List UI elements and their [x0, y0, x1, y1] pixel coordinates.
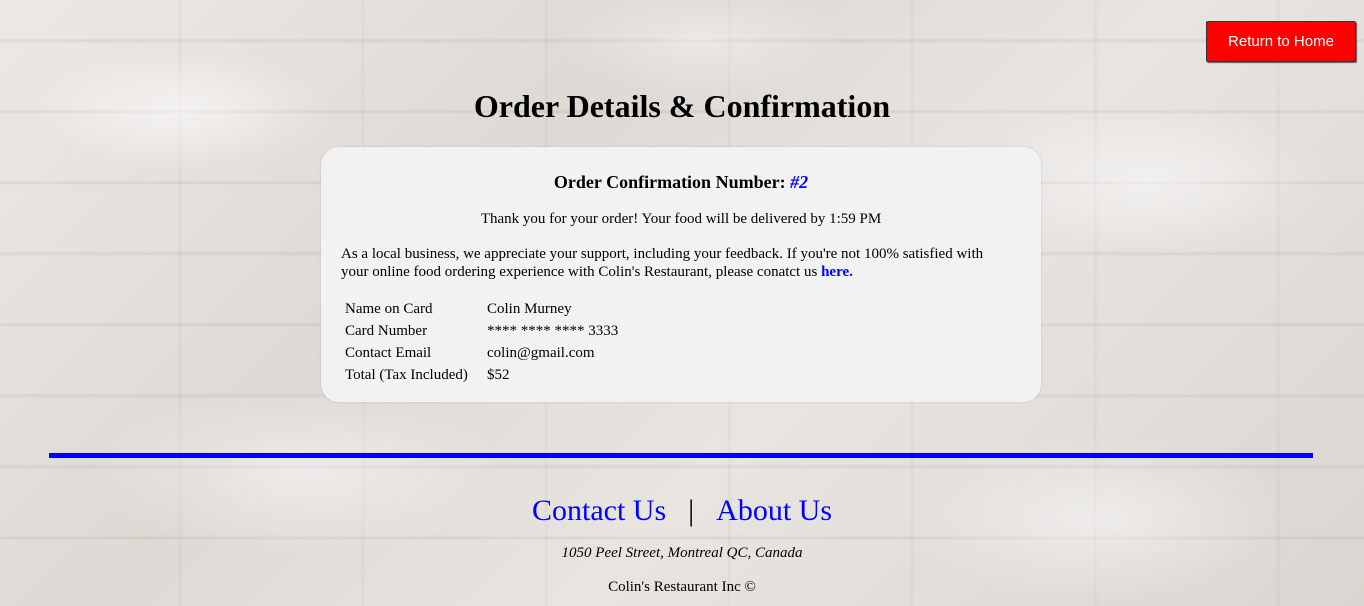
footer-nav: Contact Us | About Us: [0, 491, 1364, 531]
confirmation-heading: Order Confirmation Number: #2: [321, 171, 1041, 193]
table-row: Contact Email colin@gmail.com: [344, 343, 619, 363]
about-us-link[interactable]: About Us: [716, 494, 832, 527]
detail-value: $52: [487, 367, 510, 383]
detail-value: **** **** **** 3333: [487, 323, 619, 339]
return-home-button[interactable]: Return to Home: [1206, 21, 1356, 62]
footer-separator: |: [688, 494, 695, 527]
footer-address: 1050 Peel Street, Montreal QC, Canada: [561, 545, 803, 561]
feedback-text: As a local business, we appreciate your …: [341, 246, 984, 280]
thank-you-message: Thank you for your order! Your food will…: [480, 211, 882, 227]
footer-divider: [49, 453, 1313, 458]
table-row: Card Number **** **** **** 3333: [344, 321, 619, 341]
table-row: Name on Card Colin Murney: [344, 299, 619, 319]
detail-value: colin@gmail.com: [487, 345, 595, 361]
confirmation-heading-label: Order Confirmation Number:: [553, 172, 786, 192]
feedback-message: As a local business, we appreciate your …: [341, 245, 1011, 281]
detail-value: Colin Murney: [487, 301, 572, 317]
confirmation-number: #2: [790, 172, 809, 192]
table-row: Total (Tax Included) $52: [344, 365, 619, 385]
detail-label: Contact Email: [345, 345, 432, 361]
footer-copyright: Colin's Restaurant Inc ©: [608, 579, 756, 595]
page-title: Order Details & Confirmation: [473, 88, 891, 124]
order-confirmation-card: Order Confirmation Number: #2 Thank you …: [321, 147, 1041, 402]
contact-here-link[interactable]: here.: [821, 264, 853, 280]
contact-us-link[interactable]: Contact Us: [532, 494, 666, 527]
detail-label: Name on Card: [345, 301, 433, 317]
order-details-table: Name on Card Colin Murney Card Number **…: [342, 297, 621, 387]
detail-label: Card Number: [345, 323, 428, 339]
detail-label: Total (Tax Included): [345, 367, 468, 383]
